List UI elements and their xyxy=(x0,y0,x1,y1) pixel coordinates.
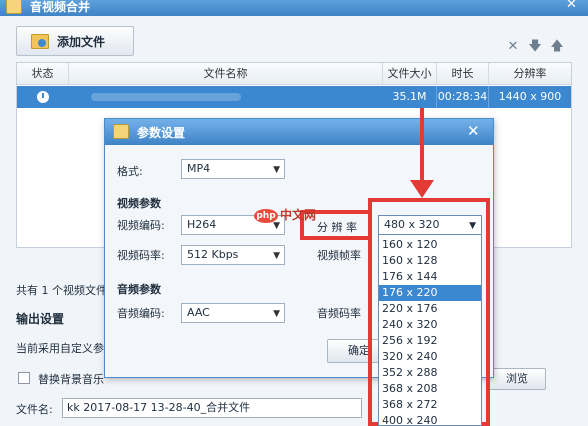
dialog-close-icon[interactable]: ✕ xyxy=(467,122,480,140)
chevron-down-icon: ▼ xyxy=(469,221,476,231)
file-count-summary: 共有 1 个视频文件 xyxy=(16,284,107,297)
chevron-down-icon: ▼ xyxy=(273,309,280,319)
video-bitrate-select[interactable]: 512 Kbps ▼ xyxy=(181,245,285,265)
header-resolution[interactable]: 分辨率 xyxy=(489,63,571,85)
list-item[interactable]: 400 x 240 xyxy=(379,413,481,425)
window-title: 音视频合并 xyxy=(30,0,91,14)
format-value: MP4 xyxy=(187,162,211,175)
format-select[interactable]: MP4 ▼ xyxy=(181,159,285,179)
browse-button[interactable]: 浏览 xyxy=(488,368,546,390)
output-settings-title: 输出设置 xyxy=(16,312,65,326)
format-label: 格式: xyxy=(117,165,143,178)
audio-bitrate-label: 音频码率 xyxy=(317,307,361,320)
add-file-button[interactable]: 添加文件 xyxy=(16,26,134,56)
audio-codec-label: 音频编码: xyxy=(117,307,165,320)
dialog-title: 参数设置 xyxy=(137,126,186,140)
list-item[interactable]: 220 x 176 xyxy=(379,301,481,317)
audio-section-title: 音频参数 xyxy=(117,283,161,296)
close-icon: ✕ xyxy=(566,0,577,12)
list-item-highlighted[interactable]: 176 x 220 xyxy=(379,285,481,301)
table-header: 状态 文件名称 文件大小 时长 分辨率 xyxy=(17,63,571,85)
current-setting-text: 当前采用自定义参数 xyxy=(16,342,115,355)
video-bitrate-label: 视频码率: xyxy=(117,249,165,262)
app-icon xyxy=(6,0,22,14)
arrow-up-icon[interactable]: 🡅 xyxy=(550,40,564,54)
list-item[interactable]: 320 x 240 xyxy=(379,349,481,365)
video-codec-label: 视频编码: xyxy=(117,219,165,232)
video-bitrate-value: 512 Kbps xyxy=(187,248,239,261)
cell-resolution: 1440 x 900 xyxy=(498,90,562,103)
header-filesize[interactable]: 文件大小 xyxy=(383,63,437,85)
list-item[interactable]: 240 x 320 xyxy=(379,317,481,333)
chevron-down-icon: ▼ xyxy=(273,165,280,175)
list-item[interactable]: 352 x 288 xyxy=(379,365,481,381)
annotation-arrow-line xyxy=(420,108,424,186)
watermark-text: 中文网 xyxy=(280,208,317,222)
header-filename[interactable]: 文件名称 xyxy=(69,63,383,85)
framerate-label: 视频帧率 xyxy=(317,249,361,262)
bg-music-label: 替换背景音乐 xyxy=(38,373,104,386)
arrow-down-icon[interactable]: 🡇 xyxy=(528,40,542,54)
list-item[interactable]: 368 x 208 xyxy=(379,381,481,397)
list-item[interactable]: 368 x 272 xyxy=(379,397,481,413)
audio-codec-value: AAC xyxy=(187,306,210,319)
resolution-selected-value: 480 x 320 xyxy=(384,218,440,231)
cell-size: 35.1M xyxy=(383,86,437,108)
video-codec-value: H264 xyxy=(187,218,217,231)
dialog-app-icon xyxy=(113,124,129,139)
filename-input[interactable]: kk 2017-08-17 13-28-40_合并文件 xyxy=(62,398,362,418)
list-item[interactable]: 160 x 120 xyxy=(379,237,481,253)
list-item[interactable]: 176 x 144 xyxy=(379,269,481,285)
status-icon xyxy=(37,91,49,103)
chevron-down-icon: ▼ xyxy=(273,251,280,261)
audio-codec-select[interactable]: AAC ▼ xyxy=(181,303,285,323)
list-item[interactable]: 160 x 128 xyxy=(379,253,481,269)
folder-add-icon xyxy=(31,33,49,49)
cell-duration: 00:28:34 xyxy=(437,86,489,108)
resolution-dropdown-list[interactable]: 160 x 120 160 x 128 176 x 144 176 x 220 … xyxy=(378,234,482,426)
watermark-badge: php xyxy=(254,208,278,223)
video-section-title: 视频参数 xyxy=(117,197,161,210)
add-file-label: 添加文件 xyxy=(57,34,106,49)
bg-music-checkbox[interactable] xyxy=(18,372,30,384)
resolution-select[interactable]: 480 x 320 ▼ xyxy=(378,215,482,235)
table-row[interactable]: 35.1M 00:28:34 1440 x 900 xyxy=(17,86,571,108)
remove-icon[interactable]: ✕ xyxy=(506,40,520,54)
watermark-logo: php 中文网 xyxy=(254,206,336,226)
header-duration[interactable]: 时长 xyxy=(437,63,489,85)
blurred-filename xyxy=(91,93,241,101)
annotation-arrow-head xyxy=(410,180,434,198)
list-item[interactable]: 256 x 192 xyxy=(379,333,481,349)
header-status[interactable]: 状态 xyxy=(17,63,69,85)
filename-label: 文件名: xyxy=(16,403,53,416)
